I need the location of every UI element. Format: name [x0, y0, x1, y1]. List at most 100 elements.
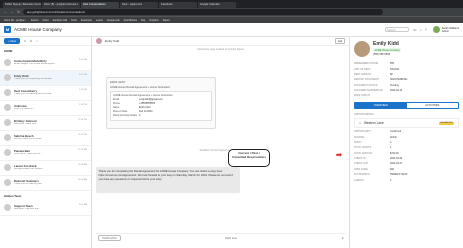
address-input[interactable]: app.gohighlevel.com/v2/location/conversa…	[22, 9, 383, 15]
field-value: emily.kidd@gmail.com	[139, 98, 163, 101]
field-label: Reconstructing Details	[113, 114, 137, 117]
field-label: Document Expiration	[354, 89, 383, 93]
list-item[interactable]: Kent Casselberry Thank you for reaching o…	[0, 86, 91, 101]
user-role: Admin	[441, 29, 450, 33]
bookmark[interactable]: Leads	[96, 19, 103, 22]
field-value[interactable]: HMABCXYZ123	[390, 173, 407, 176]
field-value: Emily Kidd	[139, 106, 151, 109]
red-arrow-icon: ➡	[336, 152, 342, 159]
field-value[interactable]: 2024-02-14	[390, 89, 402, 92]
avatar	[4, 178, 11, 186]
opportunity-name: Western Lane	[363, 121, 384, 125]
bell-icon[interactable]: ♪	[420, 28, 422, 32]
avatar	[4, 118, 11, 126]
tab-activities[interactable]: ACTIVITIES	[407, 103, 459, 108]
conversation-preview: Perfect, thank you so much	[14, 137, 42, 140]
phone-icon[interactable]: ☏	[413, 28, 417, 32]
browser-tab[interactable]: Inbox (8) - gm@acmehouse.c	[42, 1, 80, 8]
field-value[interactable]: 4	[390, 146, 391, 149]
call-button[interactable]: Call	[334, 38, 345, 44]
field-value[interactable]: $0	[390, 73, 393, 76]
new-conversation-button[interactable]: + New	[4, 38, 21, 44]
tab-overview[interactable]: OVERVIEW	[355, 102, 407, 108]
field-value[interactable]: 2	[390, 141, 391, 144]
status-badge: RESERVED	[439, 121, 454, 125]
field-value[interactable]: 555	[390, 62, 394, 65]
avatar	[96, 38, 102, 44]
browser-tab[interactable]: Facebook	[159, 1, 197, 8]
list-item[interactable]: Support Team Reminder: Payment due 9:01 A…	[0, 201, 91, 216]
list-item[interactable]: Lauren Forsbeck We appreciate your intere…	[0, 161, 91, 176]
conversation-preview: Thank you for reaching out to ACME...	[14, 92, 53, 95]
templates-button[interactable]: TEMPLATES	[98, 234, 121, 242]
field-label: Email	[113, 98, 119, 101]
back-icon[interactable]: ←	[4, 10, 8, 14]
email-message[interactable]: EMAIL SENT ACME House Rental Agreement +…	[106, 77, 216, 129]
list-item[interactable]: Deborah Summers Thank you for reaching ou…	[0, 176, 91, 191]
composer-input[interactable]: Click Icon	[225, 236, 237, 240]
search-input[interactable]: Search	[384, 27, 409, 32]
list-item[interactable]: Pamela Barr Hello there! Thank you for...…	[0, 146, 91, 161]
bookmarks-bar: Inbox (8) - gm@ac... Kaizen Chart Zandbo…	[0, 16, 463, 23]
user-menu[interactable]: Sarah Williams Admin	[432, 26, 459, 33]
conversation-text: Deborah Summers Thank you for reaching ou…	[14, 179, 75, 188]
field-value[interactable]: Pending	[390, 84, 399, 87]
list-item[interactable]: Brittany Johnson Welcome! Thank you! 12:58…	[0, 116, 91, 131]
field-label: Document Status	[354, 83, 378, 87]
field-label: Party	[354, 140, 362, 144]
conversation-time: 1:30 PM	[78, 103, 87, 106]
bookmark[interactable]: Zap	[141, 19, 145, 22]
company-name[interactable]: ACME House Company	[14, 27, 62, 32]
conversation-preview: Reminder: Payment due	[14, 207, 39, 210]
contact-name: Emily Kidd	[105, 39, 120, 43]
list-item[interactable]: Sonia Casteli-Mcdefferty Email Subject: F…	[0, 56, 91, 71]
field-value[interactable]: Airbnb	[390, 136, 397, 139]
bookmark[interactable]: Tools	[71, 19, 77, 22]
browser-tab[interactable]: Sent - zapier.com	[120, 1, 158, 8]
field-label: Phone	[113, 102, 120, 105]
field-value[interactable]: SIGN PENDING	[390, 78, 407, 81]
browser-tab[interactable]: Google Calendar	[198, 1, 236, 8]
bookmark[interactable]: Dropbox	[149, 19, 158, 22]
browser-tab[interactable]: Public Signup | Business Central	[3, 1, 41, 8]
bookmark[interactable]: QuickBooks	[124, 19, 137, 22]
list-item[interactable]: Emily Kidd Thank you for completing the R…	[0, 71, 91, 86]
email-field-row: Move-In Date Feb 14 2024	[113, 110, 209, 113]
send-icon[interactable]: ➤	[341, 236, 344, 240]
contact-phone[interactable]: (555) 555-5555	[373, 53, 401, 56]
field-label: Name	[113, 106, 120, 109]
search-icon[interactable]: ⌕	[36, 39, 38, 43]
conversation-text: Unknown Hello, my name is...	[14, 104, 76, 113]
filter-icon[interactable]: ≡	[24, 39, 26, 43]
field-value[interactable]: 5/4/2024	[390, 68, 399, 71]
browser-tab[interactable]: GHL Conversations	[81, 1, 119, 8]
bookmark[interactable]: Zapier	[163, 19, 170, 22]
bookmark[interactable]: Facebook	[81, 19, 92, 22]
bookmark[interactable]: Zandbox GM	[53, 19, 67, 22]
list-item[interactable]: Unknown Hello, my name is... 1:30 PM	[0, 101, 91, 116]
avatar	[432, 26, 440, 33]
bookmark[interactable]: Inbox (8) - gm@ac...	[4, 19, 27, 22]
bookmark[interactable]: Chart	[42, 19, 48, 22]
sort-icon[interactable]: ⇅	[30, 39, 33, 43]
list-item[interactable]: Sabrina Busch Perfect, thank you so much 1…	[0, 131, 91, 146]
avatar	[4, 103, 11, 111]
section-heading: Hidden Team	[4, 194, 22, 198]
forward-icon[interactable]: →	[11, 10, 15, 14]
help-icon[interactable]: ?	[425, 28, 427, 32]
avatar	[354, 41, 370, 57]
bookmark[interactable]: Google Ads	[107, 19, 120, 22]
conversation-time: 12:40 PM	[77, 133, 87, 136]
field-value[interactable]: 2024-03-23	[390, 157, 402, 160]
bookmark[interactable]: Kaizen	[31, 19, 39, 22]
activity-note: Opportunity stage updated to Contract Si…	[197, 49, 244, 51]
email-field-row: Phone +15555555555	[113, 102, 209, 105]
field-value[interactable]: Confirmed	[390, 130, 401, 133]
field-value[interactable]: 2024-03-27	[390, 162, 402, 165]
reload-icon[interactable]: ↻	[17, 10, 20, 14]
field-value[interactable]: 2	[390, 179, 391, 182]
opportunity-card[interactable]: ⌂ Western Lane RESERVED	[354, 118, 459, 128]
field-value[interactable]: RM	[390, 168, 394, 171]
field-label: Rent Amount	[354, 72, 372, 76]
field-value[interactable]: $742.00	[390, 152, 399, 155]
